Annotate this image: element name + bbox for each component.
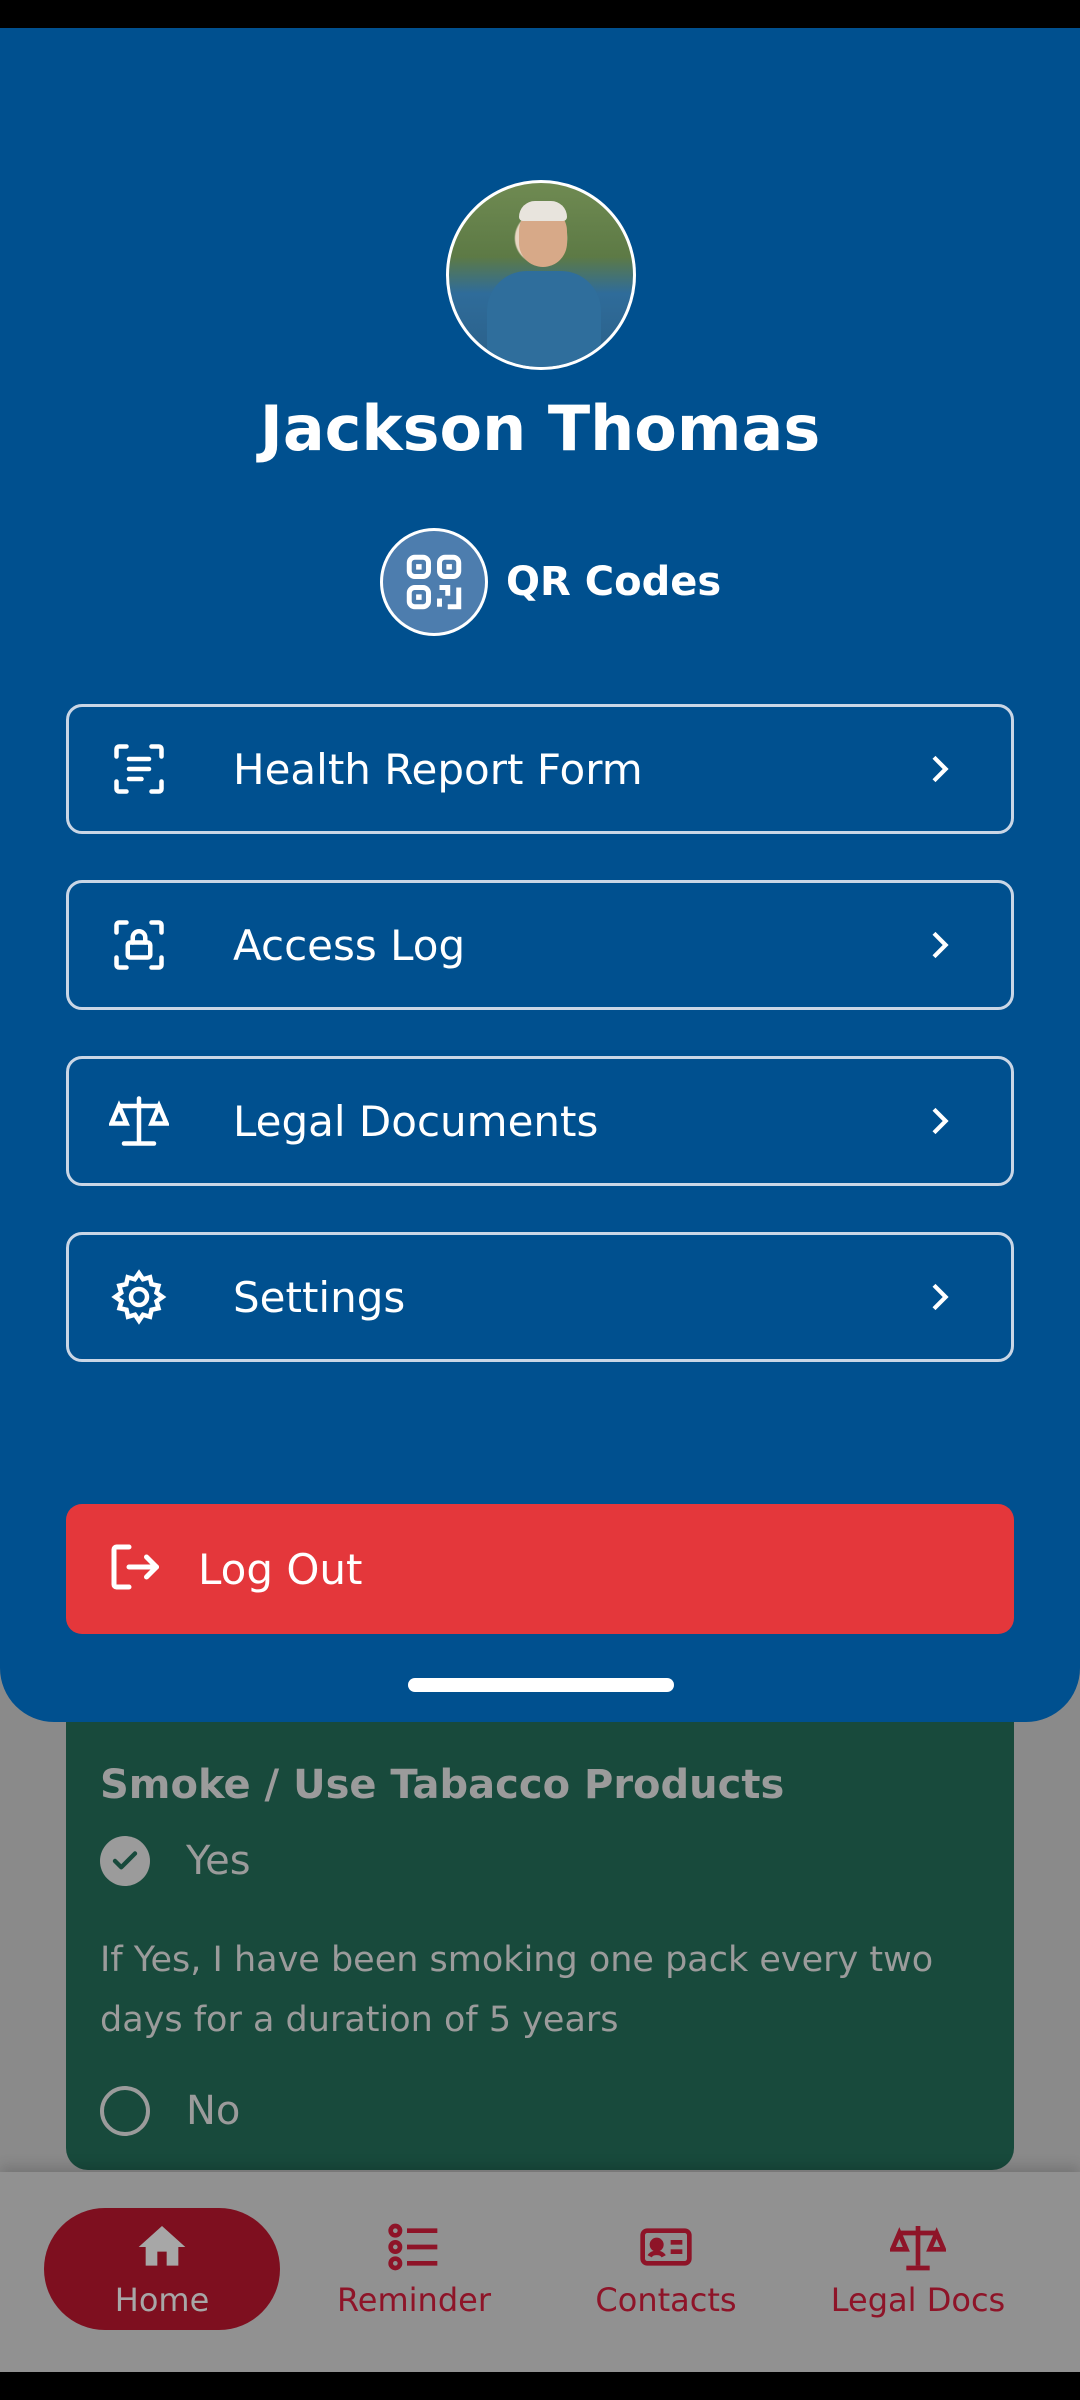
chevron-right-icon bbox=[932, 1283, 949, 1311]
profile-drawer: Jackson Thomas QR Codes Health Report Fo… bbox=[0, 28, 1080, 1722]
smoking-description: If Yes, I have been smoking one pack eve… bbox=[100, 1940, 934, 2040]
gear-icon bbox=[107, 1265, 171, 1329]
question-title: Smoke / Use Tabacco Products bbox=[100, 1762, 785, 1808]
status-bar bbox=[0, 0, 1080, 28]
logout-label: Log Out bbox=[198, 1544, 363, 1594]
chevron-right-icon bbox=[932, 931, 949, 959]
nav-legal-docs[interactable]: Legal Docs bbox=[800, 2208, 1036, 2330]
menu-health-report-form[interactable]: Health Report Form bbox=[66, 704, 1014, 834]
home-icon bbox=[138, 2226, 186, 2266]
menu-access-log[interactable]: Access Log bbox=[66, 880, 1014, 1010]
radio-empty-icon bbox=[100, 2086, 150, 2136]
system-nav-bar bbox=[0, 2372, 1080, 2400]
lock-scan-icon bbox=[107, 913, 171, 977]
document-scan-icon bbox=[107, 737, 171, 801]
nav-reminder[interactable]: Reminder bbox=[296, 2208, 532, 2330]
user-name: Jackson Thomas bbox=[259, 392, 821, 465]
qr-codes-button[interactable]: QR Codes bbox=[380, 528, 721, 636]
menu-label: Legal Documents bbox=[233, 1096, 599, 1146]
menu-label: Access Log bbox=[233, 920, 466, 970]
nav-contacts[interactable]: Contacts bbox=[548, 2208, 784, 2330]
menu-legal-documents[interactable]: Legal Documents bbox=[66, 1056, 1014, 1186]
yes-option[interactable]: Yes bbox=[100, 1836, 251, 1886]
nav-legal-docs-label: Legal Docs bbox=[830, 2281, 1006, 2319]
qr-code-icon bbox=[380, 528, 488, 636]
chevron-right-icon bbox=[932, 755, 949, 783]
menu-settings[interactable]: Settings bbox=[66, 1232, 1014, 1362]
no-label: No bbox=[186, 2088, 241, 2134]
smoke-question-card: Smoke / Use Tabacco Products Yes If Yes,… bbox=[66, 1700, 1014, 2170]
scales-icon bbox=[890, 2226, 946, 2271]
qr-codes-label: QR Codes bbox=[506, 559, 722, 605]
logout-icon bbox=[104, 1537, 168, 1601]
bottom-navigation: Home Reminder Contacts Legal Docs bbox=[0, 2172, 1080, 2372]
menu-label: Health Report Form bbox=[233, 744, 643, 794]
chevron-right-icon bbox=[932, 1107, 949, 1135]
contact-card-icon bbox=[640, 2228, 692, 2266]
logout-button[interactable]: Log Out bbox=[66, 1504, 1014, 1634]
drawer-handle[interactable] bbox=[408, 1678, 674, 1692]
yes-label: Yes bbox=[186, 1838, 251, 1884]
avatar[interactable] bbox=[446, 180, 636, 370]
no-option[interactable]: No bbox=[100, 2086, 240, 2136]
nav-home[interactable]: Home bbox=[44, 2208, 280, 2330]
scales-icon bbox=[107, 1089, 171, 1153]
check-circle-icon bbox=[100, 1836, 150, 1886]
nav-contacts-label: Contacts bbox=[595, 2281, 737, 2319]
nav-home-label: Home bbox=[114, 2281, 210, 2319]
nav-reminder-label: Reminder bbox=[337, 2281, 491, 2319]
list-icon bbox=[388, 2223, 438, 2271]
menu-label: Settings bbox=[233, 1272, 406, 1322]
